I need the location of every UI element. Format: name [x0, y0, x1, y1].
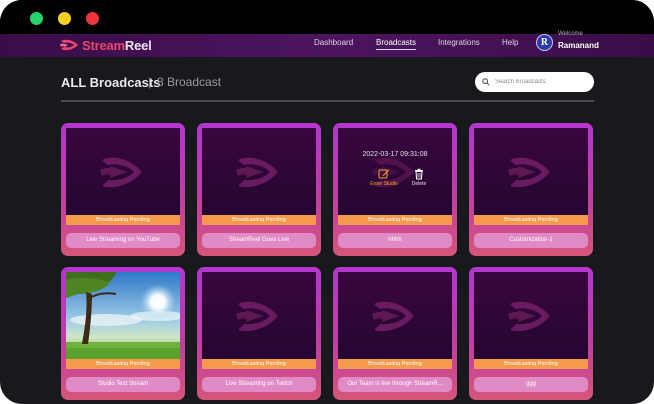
- page-title: ALL Broadcasts: [61, 75, 161, 90]
- broadcast-card[interactable]: Broadcasting Pending Live Streaming on Y…: [61, 123, 185, 256]
- nav-integrations[interactable]: Integrations: [438, 38, 480, 47]
- broadcast-status: Broadcasting Pending: [474, 359, 588, 369]
- broadcast-thumbnail[interactable]: [338, 272, 452, 359]
- broadcast-thumbnail[interactable]: [66, 128, 180, 215]
- broadcast-name[interactable]: Live Streaming on Twitch: [202, 377, 316, 392]
- search-input[interactable]: [495, 75, 589, 89]
- broadcast-name[interactable]: StreamReel Goes Live: [202, 233, 316, 248]
- user-greeting: Welcome: [558, 31, 583, 37]
- edit-icon: [378, 169, 390, 179]
- play-logo-icon: [234, 294, 286, 340]
- broadcast-thumbnail[interactable]: 2022-03-17 09:31:08 Enter Studio Delete: [338, 128, 452, 215]
- broadcast-status: Broadcasting Pending: [338, 359, 452, 369]
- broadcast-status: Broadcasting Pending: [66, 359, 180, 369]
- broadcast-card[interactable]: Broadcasting Pending Live Streaming on T…: [197, 267, 321, 400]
- broadcast-thumbnail[interactable]: [202, 128, 316, 215]
- broadcast-count: 8 Broadcast: [157, 75, 222, 89]
- window-maximize-button[interactable]: [30, 12, 43, 25]
- nav-help[interactable]: Help: [502, 38, 518, 47]
- play-logo-icon: [506, 294, 558, 340]
- brand-logo[interactable]: Stream Reel: [60, 36, 152, 54]
- broadcast-status: Broadcasting Pending: [66, 215, 180, 225]
- broadcast-status: Broadcasting Pending: [474, 215, 588, 225]
- play-logo-icon: [98, 150, 150, 196]
- broadcast-name[interactable]: Our Team is live through StreamR...: [338, 377, 452, 392]
- broadcast-status: Broadcasting Pending: [202, 215, 316, 225]
- search-icon: [482, 78, 490, 86]
- play-logo-icon: [506, 150, 558, 196]
- broadcast-thumbnail[interactable]: [474, 272, 588, 359]
- trash-icon: [415, 168, 423, 180]
- user-avatar[interactable]: R: [536, 34, 553, 51]
- search-box[interactable]: [475, 72, 594, 92]
- user-name[interactable]: Ramanand: [558, 41, 599, 50]
- broadcast-thumbnail[interactable]: [474, 128, 588, 215]
- broadcast-name[interactable]: ggg: [474, 377, 588, 392]
- broadcast-thumbnail[interactable]: [202, 272, 316, 359]
- delete-button[interactable]: Delete: [404, 168, 434, 187]
- app-header: Stream Reel Dashboard Broadcasts Integrat…: [0, 31, 654, 57]
- broadcast-name[interactable]: Studio Test Stream: [66, 377, 180, 392]
- broadcast-card[interactable]: Broadcasting Pending Our Team is live th…: [333, 267, 457, 400]
- nav-broadcasts[interactable]: Broadcasts: [376, 38, 417, 50]
- broadcast-status: Broadcasting Pending: [202, 359, 316, 369]
- brand-name-part2: Reel: [124, 37, 152, 53]
- play-logo-icon: [370, 294, 422, 340]
- broadcast-name[interactable]: Customization-1: [474, 233, 588, 248]
- enter-studio-label: Enter Studio: [370, 181, 398, 187]
- title-separator: |: [148, 75, 152, 89]
- enter-studio-button[interactable]: Enter Studio: [369, 168, 399, 187]
- play-logo-icon: [234, 150, 286, 196]
- app-window: Stream Reel Dashboard Broadcasts Integrat…: [0, 0, 654, 404]
- window-minimize-button[interactable]: [58, 12, 71, 25]
- broadcast-card[interactable]: Broadcasting Pending Studio Test Stream: [61, 267, 185, 400]
- nav-dashboard[interactable]: Dashboard: [314, 38, 353, 47]
- delete-label: Delete: [411, 181, 427, 187]
- brand-name-part1: Stream: [82, 37, 125, 53]
- broadcast-card[interactable]: Broadcasting Pending Customization-1: [469, 123, 593, 256]
- window-close-button[interactable]: [86, 12, 99, 25]
- broadcast-status: Broadcasting Pending: [338, 215, 452, 225]
- window-titlebar: [0, 0, 654, 34]
- nature-thumbnail-image: [66, 272, 180, 359]
- broadcast-card[interactable]: Broadcasting Pending StreamReel Goes Liv…: [197, 123, 321, 256]
- broadcast-thumbnail[interactable]: [66, 272, 180, 359]
- broadcast-card[interactable]: 2022-03-17 09:31:08 Enter Studio Delete: [333, 123, 457, 256]
- broadcast-card[interactable]: Broadcasting Pending ggg: [469, 267, 593, 400]
- header-divider: [61, 100, 594, 102]
- broadcast-name[interactable]: Live Streaming on YouTube: [66, 233, 180, 248]
- broadcast-date: 2022-03-17 09:31:08: [362, 151, 428, 158]
- streamreel-logo-icon: [60, 39, 78, 51]
- broadcast-name[interactable]: hhhh: [338, 233, 452, 248]
